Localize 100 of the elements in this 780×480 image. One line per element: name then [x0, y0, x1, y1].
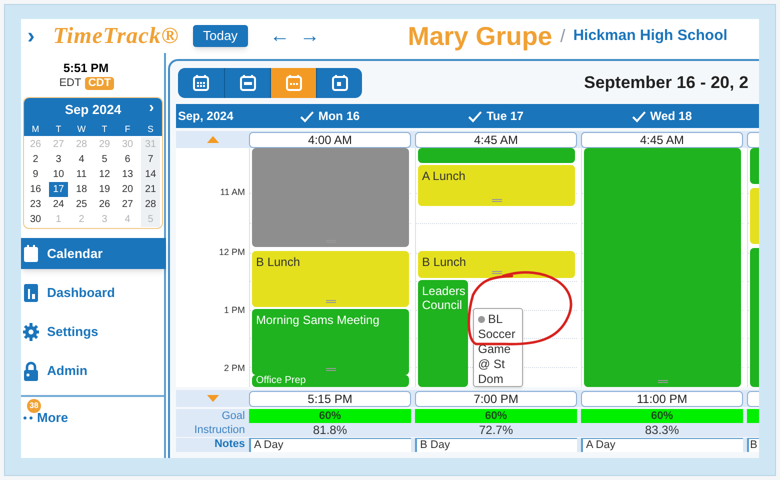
date-cell[interactable]: 18 [72, 182, 91, 197]
notes-label: Notes [213, 438, 246, 452]
time-box: 11:00 PM [581, 390, 743, 406]
weekday-label: T [54, 123, 62, 136]
time-box: 7:00 PM [415, 390, 577, 406]
date-cell[interactable]: 17 [49, 182, 68, 197]
notification-badge: 38 [27, 399, 41, 413]
dot-icon [478, 316, 485, 324]
hour-label: 12 PM [218, 246, 245, 259]
date-range: September 16 - 20, 2 [584, 72, 748, 94]
calendar-icon [286, 74, 302, 91]
date-cell[interactable]: 16 [26, 182, 45, 197]
date-cell[interactable]: 9 [26, 167, 45, 182]
hour-label: 2 PM [224, 362, 245, 375]
previous-button[interactable]: ← [270, 26, 290, 46]
today-button[interactable]: Today [192, 25, 248, 47]
grip-icon [658, 380, 668, 384]
goal-label: Goal [220, 409, 246, 423]
event-block[interactable]: A Lunch [418, 165, 575, 206]
grip-icon [492, 199, 502, 203]
day-header[interactable]: Wed 18 [632, 107, 692, 125]
event-block[interactable]: B Lunch [418, 251, 575, 278]
view-button[interactable] [270, 68, 316, 98]
date-cell[interactable]: 20 [118, 182, 137, 197]
nav-item[interactable]: Admin [21, 355, 166, 386]
date-cell[interactable]: 28 [141, 197, 160, 212]
date-cell[interactable]: 25 [72, 197, 91, 212]
hour-label: 11 AM [220, 186, 245, 199]
weekday-label: M [30, 123, 40, 136]
timezone-toggle[interactable]: EDT [58, 77, 82, 90]
date-cell[interactable]: 5 [95, 152, 114, 167]
grip-icon [326, 300, 336, 304]
nav-item[interactable]: Dashboard [21, 277, 166, 308]
goal-value: 60% [415, 409, 577, 423]
month-title: Sep 2024 [64, 101, 122, 120]
instruction-value: 72.7% [478, 423, 514, 437]
calendar-icon [332, 74, 348, 91]
user-name: Mary Grupe [408, 23, 552, 49]
scroll-down-icon [206, 395, 218, 402]
month-label: Sep, 2024 [177, 109, 234, 123]
view-button[interactable] [224, 68, 270, 98]
date-cell[interactable]: 2 [26, 152, 45, 167]
date-cell[interactable]: 11 [72, 167, 91, 182]
instruction-value: 83.3% [644, 423, 680, 437]
view-button[interactable] [316, 68, 362, 98]
time-box: 5:15 PM [249, 390, 411, 406]
nav-item[interactable]: Calendar [21, 238, 166, 269]
note-cell: A Day [249, 438, 411, 452]
date-cell[interactable]: 23 [26, 197, 45, 212]
date-cell[interactable]: 12 [95, 167, 114, 182]
weekday-label: W [76, 123, 87, 136]
date-cell[interactable]: 19 [95, 182, 114, 197]
time-box: 4:45 AM [415, 132, 577, 148]
date-cell[interactable]: 4 [72, 152, 91, 167]
app-logo: TimeTrack® [53, 22, 179, 50]
goal-value: 60% [581, 409, 743, 423]
calendar-icon [240, 74, 256, 91]
weekday-label: T [100, 123, 108, 136]
event-block[interactable] [418, 148, 575, 163]
note-cell: B Day [415, 438, 577, 452]
day-header[interactable]: Tue 17 [468, 107, 524, 125]
date-cell[interactable]: 24 [49, 197, 68, 212]
event-block[interactable] [252, 148, 409, 247]
event-block[interactable] [584, 148, 741, 387]
date-cell[interactable]: 21 [141, 182, 160, 197]
expand-button[interactable]: › [23, 25, 39, 47]
instruction-value: 81.8% [312, 423, 348, 437]
date-cell[interactable]: 7 [141, 152, 160, 167]
time-box: 4:00 AM [249, 132, 411, 148]
goal-value: 60% [249, 409, 411, 423]
calendar-icon [23, 244, 39, 264]
time-box: 4:45 AM [581, 132, 743, 148]
date-cell[interactable]: 26 [95, 197, 114, 212]
grip-icon [326, 368, 336, 372]
separator-text: / [560, 24, 566, 48]
dots-icon [23, 415, 33, 421]
date-cell[interactable]: 14 [141, 167, 160, 182]
instruction-label: Instruction [193, 423, 246, 437]
view-button[interactable] [178, 68, 224, 98]
calendar-icon [193, 74, 209, 91]
hour-label: 1 PM [224, 304, 245, 317]
date-cell[interactable]: 27 [118, 197, 137, 212]
date-cell[interactable]: 13 [118, 167, 137, 182]
day-header[interactable]: Mon 16 [300, 107, 360, 125]
note-cell: A Day [581, 438, 743, 452]
school-name: Hickman High School [573, 26, 728, 46]
event-block[interactable]: B Lunch [252, 251, 409, 307]
date-cell[interactable]: 30 [26, 212, 45, 227]
note-cell: B [747, 438, 759, 452]
weekday-label: S [146, 123, 154, 136]
scroll-up-icon [206, 136, 218, 143]
date-cell[interactable]: 6 [118, 152, 137, 167]
date-cell[interactable]: 10 [49, 167, 68, 182]
next-button[interactable]: → [300, 26, 320, 46]
grip-icon [492, 271, 502, 275]
next-month-button[interactable]: › [149, 100, 154, 115]
clock-time: 5:51 PM [63, 60, 109, 77]
nav-item[interactable]: Settings [21, 316, 166, 347]
event-popup[interactable]: BL Soccer Game @ St Dom [473, 308, 523, 387]
date-cell[interactable]: 3 [49, 152, 68, 167]
